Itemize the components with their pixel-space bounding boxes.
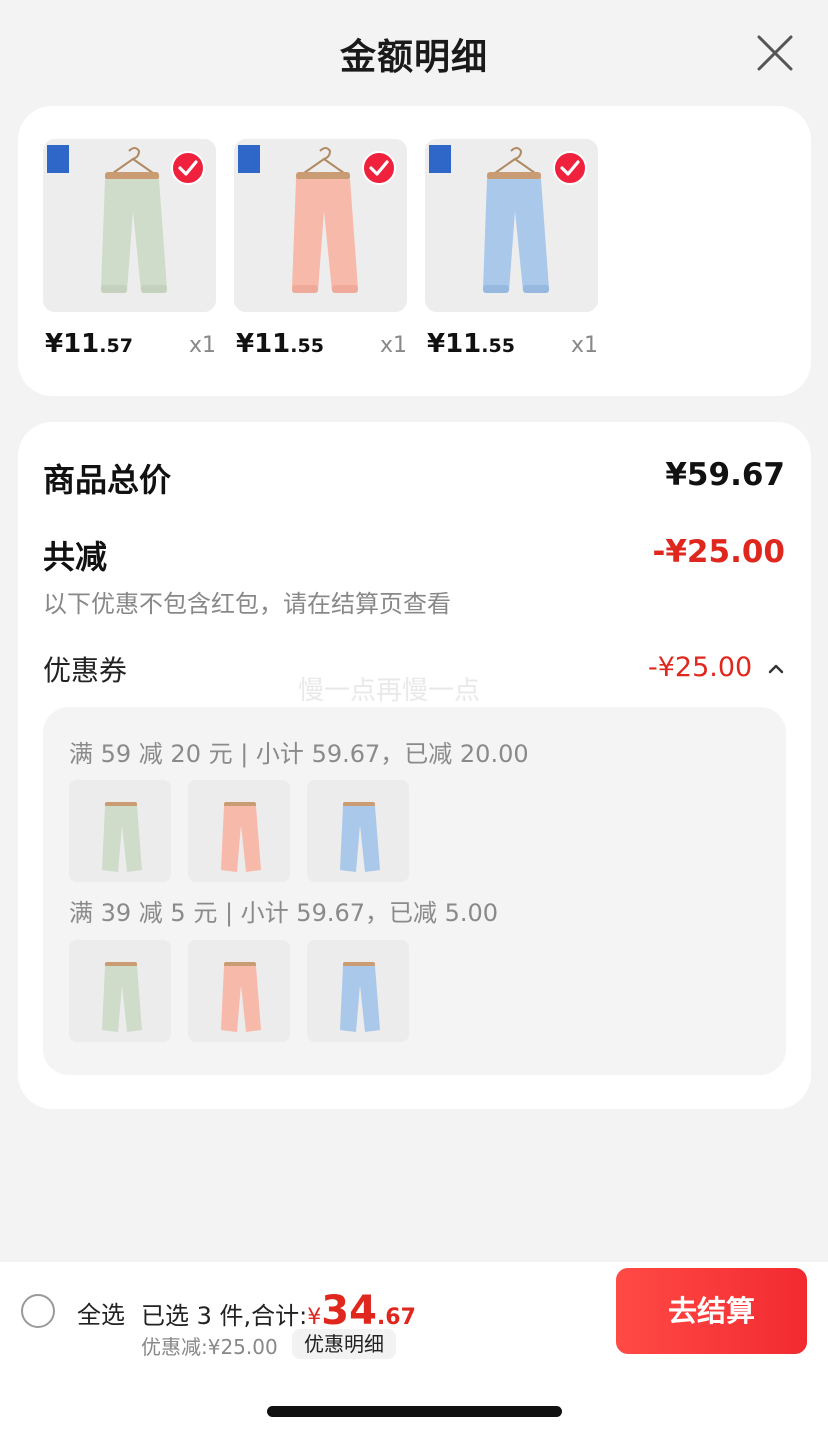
selected-check-icon[interactable] <box>171 151 205 185</box>
checkout-button[interactable]: 去结算 <box>616 1268 807 1354</box>
sheet-title: 金额明细 <box>339 37 488 78</box>
product-price: ¥11.55 <box>427 329 515 359</box>
coupon-rule: 满 39 减 5 元 | 小计 59.67，已减 5.00 <box>69 899 499 927</box>
product-image <box>234 139 407 312</box>
checkout-bar: 全选 已选 3 件,合计:¥34.67 优惠减:¥25.00 优惠明细 去结算 <box>0 1262 828 1362</box>
discount-summary: 优惠减:¥25.00 <box>141 1335 278 1359</box>
coupon-rule: 满 59 减 20 元 | 小计 59.67，已减 20.00 <box>69 740 529 768</box>
product-thumb <box>188 940 290 1042</box>
discount-note: 以下优惠不包含红包，请在结算页查看 <box>43 590 451 618</box>
product-thumb <box>69 780 171 882</box>
total-yen: ¥ <box>307 1305 322 1330</box>
home-indicator-area <box>0 1362 828 1434</box>
coupon-toggle[interactable]: -¥25.00 <box>648 652 785 683</box>
total-line: 已选 3 件,合计:¥34.67 <box>141 1288 416 1334</box>
product-item[interactable]: ¥11.57 x1 <box>43 139 216 359</box>
select-all-label[interactable]: 全选 <box>77 1295 125 1330</box>
watermark-text: 慢一点再慢一点 <box>298 676 481 706</box>
product-list-card: ¥11.57 x1 ¥11.55 x1 ¥11.55 x1 <box>18 106 811 396</box>
select-all-radio[interactable] <box>21 1294 55 1328</box>
amount-detail-sheet: 金额明细 ¥11.57 x1 ¥11.55 x1 ¥11.55 x1 商品总价 … <box>0 0 828 1434</box>
total-decimal: .67 <box>376 1305 416 1330</box>
price-summary-card: 商品总价 ¥59.67 共减 -¥25.00 以下优惠不包含红包，请在结算页查看… <box>18 422 811 1109</box>
close-icon[interactable] <box>756 34 794 72</box>
total-label: 商品总价 <box>43 461 172 499</box>
selected-check-icon[interactable] <box>553 151 587 185</box>
product-thumb <box>188 780 290 882</box>
chevron-up-icon <box>768 664 784 673</box>
coupon-detail-box: 满 59 减 20 元 | 小计 59.67，已减 20.00 满 39 减 5… <box>43 707 786 1075</box>
product-thumb <box>307 940 409 1042</box>
product-image <box>425 139 598 312</box>
product-qty: x1 <box>570 333 598 358</box>
reduce-label: 共减 <box>43 538 108 576</box>
coupon-value: -¥25.00 <box>648 652 753 683</box>
coupon-label: 优惠券 <box>43 654 128 687</box>
total-value: ¥59.67 <box>665 457 785 493</box>
selected-check-icon[interactable] <box>362 151 396 185</box>
product-item[interactable]: ¥11.55 x1 <box>234 139 407 359</box>
selected-count-text: 已选 3 件,合计: <box>141 1302 308 1330</box>
reduce-value: -¥25.00 <box>652 534 786 570</box>
product-qty: x1 <box>379 333 407 358</box>
product-item[interactable]: ¥11.55 x1 <box>425 139 598 359</box>
product-price: ¥11.55 <box>236 329 324 359</box>
home-indicator[interactable] <box>267 1406 562 1417</box>
product-price: ¥11.57 <box>45 329 133 359</box>
product-thumb <box>69 940 171 1042</box>
product-thumb <box>307 780 409 882</box>
discount-detail-link[interactable]: 优惠明细 <box>292 1329 396 1359</box>
total-integer: 34 <box>321 1288 377 1334</box>
product-qty: x1 <box>188 333 216 358</box>
product-image <box>43 139 216 312</box>
